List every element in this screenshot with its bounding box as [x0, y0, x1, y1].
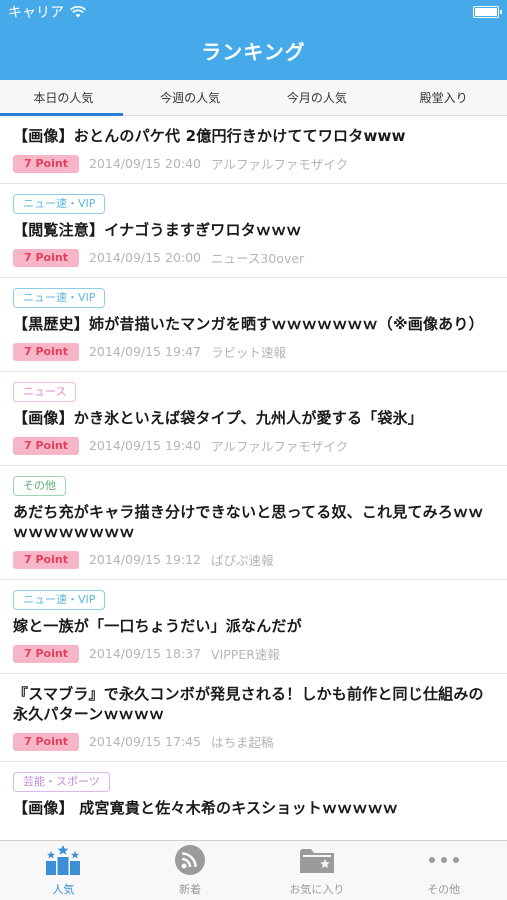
article-title: 【画像】おとんのパケ代 2億円行きかけててワロタwww [13, 127, 406, 145]
status-bar: キャリア [0, 0, 507, 24]
point-badge: 7 Point [13, 154, 79, 173]
tabbar-favorites[interactable]: お気に入り [254, 841, 381, 900]
article-title: 嫁と一族が「一口ちょうだい」派なんだが [13, 617, 302, 635]
tabbar-popular[interactable]: 人気 [0, 841, 127, 900]
article-source: はちま起稿 [211, 735, 274, 750]
bottom-tab-bar: 人気 新着 お気に入り その他 [0, 840, 507, 900]
category-tag: ニュース [13, 382, 77, 402]
article-meta: 7 Point 2014/09/15 20:00 ニュース30over [13, 248, 494, 267]
page-title: ランキング [201, 40, 306, 64]
tab-hall-of-fame[interactable]: 殿堂入り [380, 80, 507, 115]
article-meta: 7 Point 2014/09/15 19:40 アルファルファモザイク [13, 436, 494, 455]
ranking-tabs: 本日の人気 今週の人気 今月の人気 殿堂入り [0, 80, 507, 116]
tab-today[interactable]: 本日の人気 [0, 80, 127, 115]
tabbar-more-label: その他 [427, 882, 461, 896]
more-icon [424, 845, 464, 875]
list-item[interactable]: その他 あだち充がキャラ描き分けできないと思ってる奴、これ見てみろｗｗｗｗｗｗｗ… [0, 466, 507, 580]
article-meta: 7 Point 2014/09/15 20:40 アルファルファモザイク [13, 154, 494, 173]
article-title: あだち充がキャラ描き分けできないと思ってる奴、これ見てみろｗｗｗｗｗｗｗｗｗｗ [13, 503, 484, 541]
carrier-indicator: キャリア [8, 2, 86, 22]
category-tag: 芸能・スポーツ [13, 772, 110, 792]
article-date: 2014/09/15 18:37 [88, 646, 202, 661]
battery-icon [473, 6, 502, 18]
list-item[interactable]: ニュー速・VIP 【黒歴史】姉が昔描いたマンガを晒すｗｗｗｗｗｗｗ（※画像あり）… [0, 278, 507, 372]
category-tag: ニュー速・VIP [13, 590, 106, 610]
favorite-folder-icon [297, 845, 337, 875]
category-tag: その他 [13, 476, 66, 496]
list-item[interactable]: ニュー速・VIP 嫁と一族が「一口ちょうだい」派なんだが 7 Point 201… [0, 580, 507, 674]
tabbar-new[interactable]: 新着 [127, 841, 254, 900]
ranking-icon [43, 844, 83, 875]
list-item[interactable]: ニュー速・VIP 【閲覧注意】イナゴうますぎワロタｗｗｗ 7 Point 201… [0, 184, 507, 278]
app-root: キャリア ランキング 本日の人気 今週の人気 今月の人気 殿堂入り 【画像】おと… [0, 0, 507, 900]
article-source: ラビット速報 [211, 345, 287, 360]
tab-week[interactable]: 今週の人気 [127, 80, 254, 115]
point-badge: 7 Point [13, 436, 79, 455]
article-source: ニュース30over [211, 251, 305, 266]
point-badge: 7 Point [13, 644, 79, 663]
point-badge: 7 Point [13, 732, 79, 751]
article-title: 【画像】かき氷といえば袋タイプ、九州人が愛する「袋氷」 [13, 409, 423, 427]
list-item[interactable]: 『スマブラ』で永久コンボが発見される！しかも前作と同じ仕組みの永久パターンｗｗｗ… [0, 674, 507, 762]
article-date: 2014/09/15 20:00 [88, 250, 202, 265]
wifi-icon [70, 6, 86, 18]
article-title: 【閲覧注意】イナゴうますぎワロタｗｗｗ [13, 221, 302, 239]
tabbar-favorites-label: お気に入り [289, 882, 345, 896]
tabbar-popular-label: 人気 [52, 882, 75, 896]
point-badge: 7 Point [13, 342, 79, 361]
article-date: 2014/09/15 19:12 [88, 552, 202, 567]
article-date: 2014/09/15 20:40 [88, 156, 202, 171]
tabbar-more[interactable]: その他 [380, 841, 507, 900]
article-source: アルファルファモザイク [211, 439, 349, 454]
carrier-label: キャリア [8, 5, 64, 21]
point-badge: 7 Point [13, 550, 79, 569]
tab-month[interactable]: 今月の人気 [254, 80, 381, 115]
article-date: 2014/09/15 19:40 [88, 438, 202, 453]
nav-header: キャリア ランキング [0, 0, 507, 80]
rss-icon [170, 844, 210, 875]
article-list[interactable]: 【画像】おとんのパケ代 2億円行きかけててワロタwww 7 Point 2014… [0, 116, 507, 840]
article-source: ぱぴぷ速報 [211, 553, 274, 568]
article-title: 【画像】 成宮寛貴と佐々木希のキスショットｗｗｗｗｗ [13, 799, 398, 817]
article-title: 【黒歴史】姉が昔描いたマンガを晒すｗｗｗｗｗｗｗ（※画像あり） [13, 315, 484, 333]
article-date: 2014/09/15 19:47 [88, 344, 202, 359]
article-meta: 7 Point 2014/09/15 19:12 ぱぴぷ速報 [13, 550, 494, 569]
article-meta: 7 Point 2014/09/15 19:47 ラビット速報 [13, 342, 494, 361]
list-item[interactable]: 【画像】おとんのパケ代 2億円行きかけててワロタwww 7 Point 2014… [0, 116, 507, 184]
category-tag: ニュー速・VIP [13, 288, 106, 308]
list-item[interactable]: 芸能・スポーツ 【画像】 成宮寛貴と佐々木希のキスショットｗｗｗｗｗ [0, 762, 507, 836]
article-date: 2014/09/15 17:45 [88, 734, 202, 749]
article-meta: 7 Point 2014/09/15 17:45 はちま起稿 [13, 732, 494, 751]
tabbar-new-label: 新着 [179, 882, 202, 896]
category-tag: ニュー速・VIP [13, 194, 106, 214]
point-badge: 7 Point [13, 248, 79, 267]
list-item[interactable]: ニュース 【画像】かき氷といえば袋タイプ、九州人が愛する「袋氷」 7 Point… [0, 372, 507, 466]
article-title: 『スマブラ』で永久コンボが発見される！しかも前作と同じ仕組みの永久パターンｗｗｗ… [13, 685, 484, 723]
article-meta: 7 Point 2014/09/15 18:37 VIPPER速報 [13, 644, 494, 663]
article-source: アルファルファモザイク [211, 157, 349, 172]
article-source: VIPPER速報 [211, 647, 280, 662]
